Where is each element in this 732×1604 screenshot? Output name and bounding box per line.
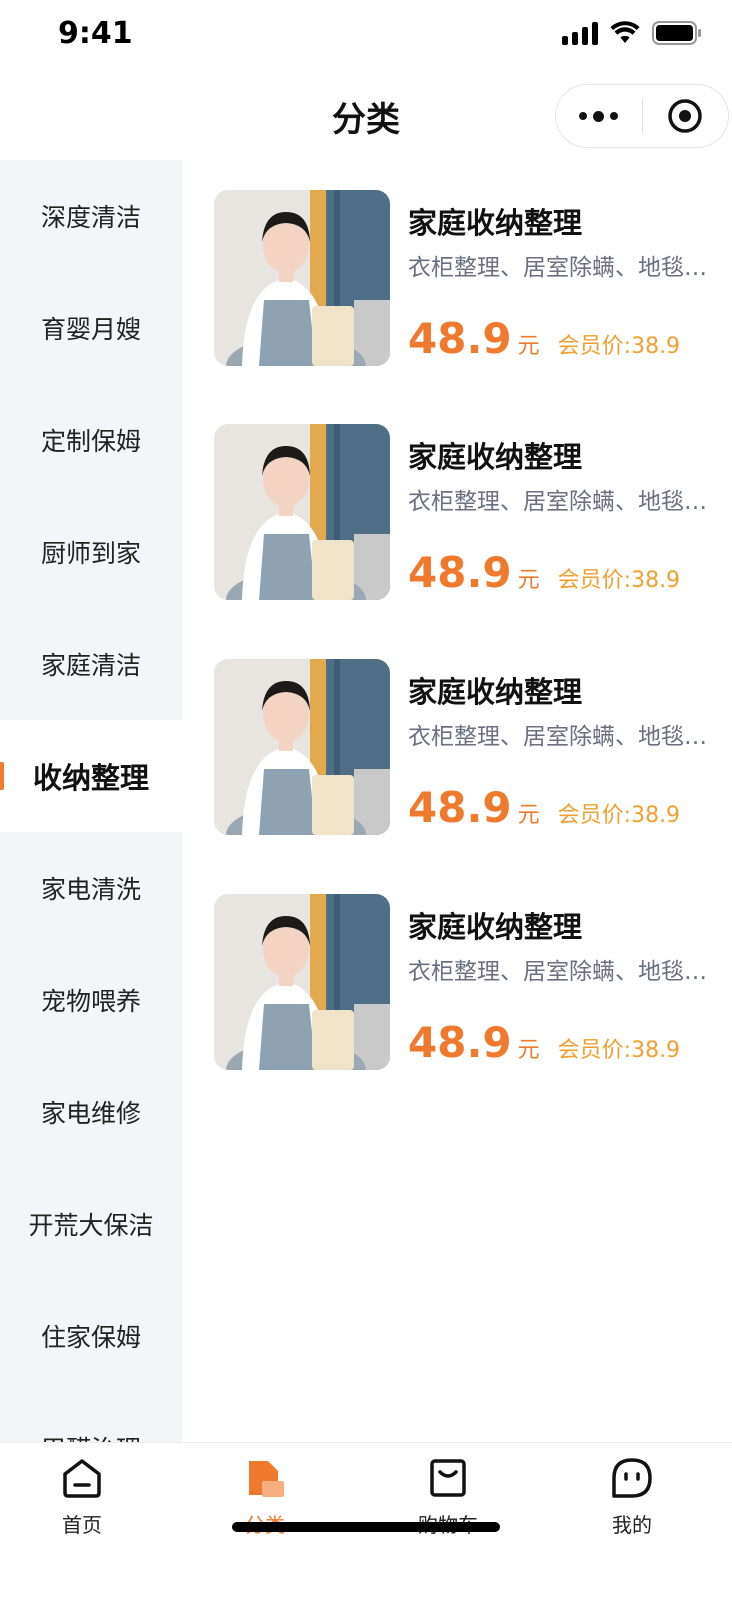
sidebar-item-label: 育婴月嫂 xyxy=(40,315,141,344)
sidebar-item-label: 家庭清洁 xyxy=(40,651,141,680)
price-unit: 元 xyxy=(517,1038,540,1063)
tab-home[interactable]: 首页 xyxy=(22,1455,142,1547)
sidebar-item-storage[interactable]: 收纳整理 xyxy=(0,720,182,832)
product-price: 48.9 xyxy=(408,1018,512,1067)
price-unit: 元 xyxy=(517,334,540,359)
product-title: 家庭收纳整理 xyxy=(408,910,583,944)
cart-icon xyxy=(430,1459,466,1497)
price-row: 48.9 元 会员价:38.9 xyxy=(408,548,680,597)
home-icon xyxy=(63,1459,101,1498)
signal-icon xyxy=(562,21,598,45)
sidebar-item-appliance-cleaning[interactable]: 家电清洗 xyxy=(0,832,182,944)
price-row: 48.9 元 会员价:38.9 xyxy=(408,314,680,363)
product-image xyxy=(214,894,390,1070)
product-card[interactable]: 家庭收纳整理 衣柜整理、居室除螨、地毯清洗 48.9 元 会员价:38.9 xyxy=(214,190,724,366)
product-description: 衣柜整理、居室除螨、地毯清洗 xyxy=(408,724,708,750)
product-title: 家庭收纳整理 xyxy=(408,440,583,474)
member-price: 会员价:38.9 xyxy=(557,1038,681,1063)
product-description: 衣柜整理、居室除螨、地毯清洗 xyxy=(408,255,708,281)
tab-label: 我的 xyxy=(612,1513,652,1537)
product-description: 衣柜整理、居室除螨、地毯清洗 xyxy=(408,959,708,985)
product-card[interactable]: 家庭收纳整理 衣柜整理、居室除螨、地毯清洗 48.9 元 会员价:38.9 xyxy=(214,894,724,1070)
bottom-tab-bar: 首页 分类 购物车 我的 xyxy=(0,1442,732,1604)
wifi-icon xyxy=(610,21,640,43)
sidebar-item-post-renovation[interactable]: 开荒大保洁 xyxy=(0,1168,182,1280)
product-price: 48.9 xyxy=(408,783,512,832)
tab-cart[interactable]: 购物车 xyxy=(388,1455,508,1547)
nav-bar: 分类 xyxy=(0,72,732,160)
product-title: 家庭收纳整理 xyxy=(408,675,583,709)
category-icon xyxy=(249,1461,284,1497)
close-button[interactable] xyxy=(643,85,729,147)
sidebar-item-formaldehyde[interactable]: 甲醛治理 xyxy=(0,1392,182,1442)
sidebar-item-label: 住家保姆 xyxy=(40,1323,141,1352)
product-price: 48.9 xyxy=(408,548,512,597)
sidebar-item-live-in-nanny[interactable]: 住家保姆 xyxy=(0,1280,182,1392)
product-list: 家庭收纳整理 衣柜整理、居室除螨、地毯清洗 48.9 元 会员价:38.9 家庭… xyxy=(182,160,732,1442)
sidebar-item-label: 宠物喂养 xyxy=(40,987,141,1016)
sidebar-item-custom-nanny[interactable]: 定制保姆 xyxy=(0,384,182,496)
tab-label: 首页 xyxy=(62,1513,102,1537)
product-image xyxy=(214,190,390,366)
price-row: 48.9 元 会员价:38.9 xyxy=(408,783,680,832)
product-price: 48.9 xyxy=(408,314,512,363)
member-price: 会员价:38.9 xyxy=(557,334,681,359)
more-button[interactable] xyxy=(556,85,642,147)
tab-category[interactable]: 分类 xyxy=(205,1455,325,1547)
status-time: 9:41 xyxy=(58,16,133,51)
sidebar-item-label: 家电维修 xyxy=(40,1099,141,1128)
sidebar-item-label: 定制保姆 xyxy=(40,427,141,456)
sidebar-item-label: 甲醛治理 xyxy=(41,1430,141,1442)
sidebar-item-pet-feeding[interactable]: 宠物喂养 xyxy=(0,944,182,1056)
price-unit: 元 xyxy=(517,803,540,828)
sidebar-item-label: 开荒大保洁 xyxy=(28,1211,154,1240)
status-bar: 9:41 xyxy=(0,0,732,72)
mini-program-capsule xyxy=(555,84,729,148)
product-image xyxy=(214,659,390,835)
product-card[interactable]: 家庭收纳整理 衣柜整理、居室除螨、地毯清洗 48.9 元 会员价:38.9 xyxy=(214,659,724,835)
price-row: 48.9 元 会员价:38.9 xyxy=(408,1018,680,1067)
target-close-icon xyxy=(668,99,702,133)
profile-icon xyxy=(612,1458,652,1498)
sidebar-item-appliance-repair[interactable]: 家电维修 xyxy=(0,1056,182,1168)
category-sidebar[interactable]: 深度清洁 育婴月嫂 定制保姆 厨师到家 家庭清洁 收纳整理 家电清洗 宠物喂养 … xyxy=(0,160,182,1442)
sidebar-item-label: 厨师到家 xyxy=(40,539,141,568)
home-indicator xyxy=(232,1522,500,1532)
more-dot-icon xyxy=(579,112,588,120)
member-price: 会员价:38.9 xyxy=(557,803,681,828)
sidebar-item-label: 深度清洁 xyxy=(40,203,141,232)
member-price: 会员价:38.9 xyxy=(557,568,681,593)
sidebar-item-chef-home[interactable]: 厨师到家 xyxy=(0,496,182,608)
price-unit: 元 xyxy=(517,568,540,593)
product-description: 衣柜整理、居室除螨、地毯清洗 xyxy=(408,489,708,515)
product-title: 家庭收纳整理 xyxy=(408,206,583,240)
sidebar-item-label: 家电清洗 xyxy=(40,875,141,904)
battery-icon xyxy=(652,21,701,45)
more-dot-icon xyxy=(593,110,605,122)
sidebar-item-home-cleaning[interactable]: 家庭清洁 xyxy=(0,608,182,720)
product-card[interactable]: 家庭收纳整理 衣柜整理、居室除螨、地毯清洗 48.9 元 会员价:38.9 xyxy=(214,424,724,600)
sidebar-item-nanny-maternity[interactable]: 育婴月嫂 xyxy=(0,272,182,384)
sidebar-item-deep-cleaning[interactable]: 深度清洁 xyxy=(0,160,182,272)
product-image xyxy=(214,424,390,600)
status-icons xyxy=(562,20,702,46)
tab-profile[interactable]: 我的 xyxy=(572,1455,692,1547)
sidebar-item-label: 收纳整理 xyxy=(32,761,149,795)
more-dot-icon xyxy=(610,112,619,120)
